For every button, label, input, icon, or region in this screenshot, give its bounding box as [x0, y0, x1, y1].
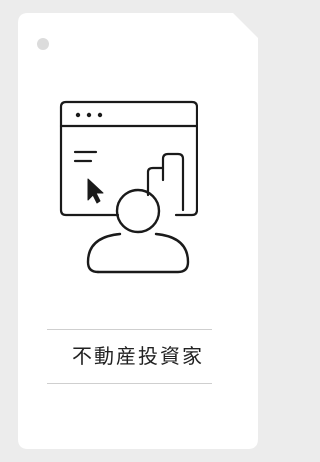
card-label: 不動産投資家 [72, 344, 204, 368]
cursor-icon [87, 178, 104, 204]
card-hole-icon [37, 38, 49, 50]
page-background: 不動産投資家 [0, 0, 275, 462]
investor-illustration-icon [59, 100, 198, 274]
building-icon [146, 152, 185, 212]
divider-bottom [47, 383, 212, 384]
person-icon [86, 188, 190, 274]
divider-top [47, 329, 212, 330]
browser-window-icon [59, 100, 198, 217]
text-lines-icon [73, 150, 98, 163]
